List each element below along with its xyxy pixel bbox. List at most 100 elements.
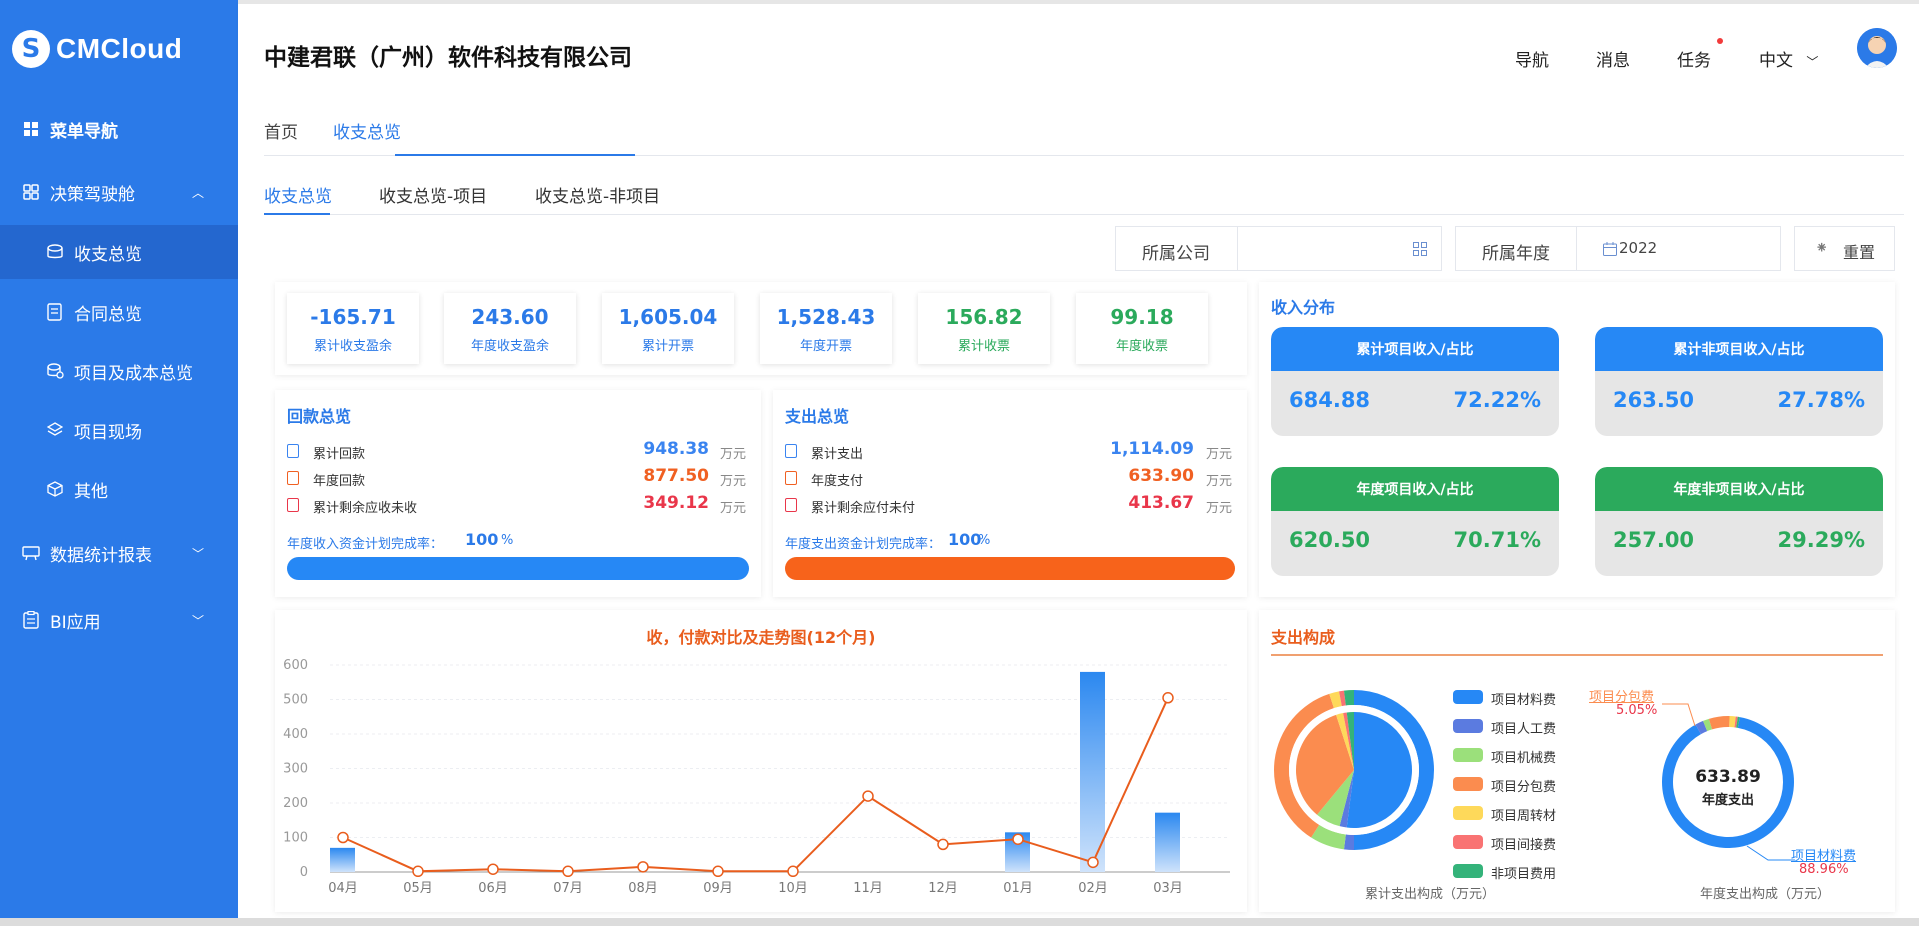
sidebar-item-contract[interactable]: 合同总览 [0, 285, 238, 339]
x-tick-label: 06月 [478, 881, 508, 896]
subtab-overview[interactable]: 收支总览 [264, 182, 332, 207]
divider [1576, 227, 1577, 270]
line-point[interactable] [1087, 856, 1099, 869]
income-distribution-title: 收入分布 [1271, 298, 1336, 317]
legend-label[interactable]: 项目周转材 [1491, 805, 1556, 824]
bar[interactable] [330, 847, 355, 872]
sidebar-item-project-cost[interactable]: 项目及成本总览 [0, 344, 238, 398]
line-point[interactable] [712, 865, 724, 878]
x-tick-label: 05月 [403, 881, 433, 896]
income-value: 684.88 [1289, 388, 1371, 412]
line-point[interactable] [1162, 692, 1174, 704]
donut-slice[interactable] [1708, 716, 1730, 730]
x-tick-label: 02月 [1078, 881, 1108, 896]
company-filter[interactable]: 所属公司 [1115, 226, 1442, 271]
tab-overview[interactable]: 收支总览 [333, 118, 401, 143]
income-box-values: 684.88 72.22% [1271, 371, 1559, 436]
income-box[interactable]: 年度项目收入/占比 620.50 70.71% [1271, 467, 1559, 576]
kpi-label: 年度收支盈余 [470, 339, 549, 354]
subtab-active-indicator [264, 213, 330, 215]
tab-home[interactable]: 首页 [264, 118, 298, 143]
line-point[interactable] [637, 861, 649, 873]
kpi-card[interactable]: -165.71 累计收支盈余 [287, 293, 419, 364]
legend-label[interactable]: 项目材料费 [1491, 689, 1556, 708]
document-icon [785, 471, 797, 485]
income-value: 620.50 [1289, 528, 1371, 552]
avatar[interactable] [1857, 28, 1897, 68]
line-point[interactable] [787, 865, 799, 878]
income-box-header: 年度项目收入/占比 [1271, 467, 1559, 511]
income-box[interactable]: 累计项目收入/占比 684.88 72.22% [1271, 327, 1559, 436]
messages-link[interactable]: 消息 [1596, 46, 1630, 71]
language-select[interactable]: 中文 ﹀ [1759, 46, 1818, 71]
document-icon [785, 444, 797, 458]
sidebar-item-overview[interactable]: 收支总览 [0, 225, 238, 279]
sidebar-item-site[interactable]: 项目现场 [0, 403, 238, 457]
line-point[interactable] [562, 865, 574, 878]
sidebar-item-other[interactable]: 其他 [0, 462, 238, 516]
sidebar-item-menu-nav[interactable]: 菜单导航 [0, 102, 238, 156]
nav-link[interactable]: 导航 [1515, 46, 1549, 71]
subtab-project[interactable]: 收支总览-项目 [379, 182, 487, 207]
chevron-down-icon: ﹀ [191, 613, 204, 628]
divider [1237, 227, 1238, 270]
income-box[interactable]: 年度非项目收入/占比 257.00 29.29% [1595, 467, 1883, 576]
sidebar-item-cockpit[interactable]: 决策驾驶舱 ︿ [0, 165, 238, 219]
kpi-card[interactable]: 99.18 年度收票 [1076, 293, 1208, 364]
year-filter[interactable]: 所属年度 2022 [1455, 226, 1781, 271]
bar[interactable] [1155, 812, 1180, 872]
reset-button[interactable]: ⁕ 重置 [1794, 226, 1895, 271]
cube-icon [46, 480, 64, 498]
annotation-subcontract-pct: 5.05% [1616, 703, 1658, 718]
horizontal-scrollbar[interactable] [0, 918, 1919, 926]
kpi-card[interactable]: 243.60 年度收支盈余 [444, 293, 576, 364]
kpi-value: 156.82 [945, 305, 1023, 329]
sidebar-item-label: 项目现场 [74, 422, 142, 443]
x-tick-label: 07月 [553, 881, 583, 896]
y-tick-label: 100 [283, 831, 308, 846]
report-icon [22, 544, 40, 562]
trend-chart: 0 100 200 300 400 500 600 04月 05月 06月 07月 08月 09月 10月… [283, 658, 1230, 896]
grid-select-icon [1413, 241, 1427, 260]
kpi-card[interactable]: 156.82 累计收票 [918, 293, 1050, 364]
legend-label[interactable]: 项目分包费 [1491, 776, 1556, 795]
kpi-value: -165.71 [310, 305, 396, 329]
grid-icon [22, 120, 40, 138]
line-point[interactable] [1012, 833, 1024, 845]
tasks-link[interactable]: 任务 [1677, 46, 1711, 71]
sidebar-item-bi[interactable]: BI应用 ﹀ [0, 593, 238, 647]
legend-label[interactable]: 项目人工费 [1491, 718, 1556, 737]
line-point[interactable] [862, 790, 874, 802]
line-point[interactable] [937, 838, 949, 851]
legend-label[interactable]: 项目间接费 [1491, 834, 1556, 853]
clipboard-icon [22, 611, 40, 629]
pie2-caption: 年度支出构成（万元） [1699, 887, 1830, 902]
apps-icon [22, 183, 40, 201]
income-box-values: 620.50 70.71% [1271, 511, 1559, 576]
y-tick-label: 400 [283, 727, 308, 742]
line-point[interactable] [412, 865, 424, 878]
row-unit: 万元 [720, 447, 747, 462]
completion-rate-label: 年度支出资金计划完成率： [785, 537, 942, 552]
legend-swatch [1453, 835, 1483, 849]
sidebar-item-label: 决策驾驶舱 [50, 184, 135, 205]
kpi-label: 累计收票 [957, 339, 1010, 354]
kpi-card[interactable]: 1,605.04 累计开票 [602, 293, 734, 364]
sidebar: S CMCloud 菜单导航 决策驾驶舱 ︿ 收支总览 合同总览 项目及成本总览 [0, 0, 238, 926]
row-value: 349.12 [643, 493, 709, 513]
income-box[interactable]: 累计非项目收入/占比 263.50 27.78% [1595, 327, 1883, 436]
line-point[interactable] [337, 831, 349, 844]
completion-progress-track [785, 557, 1235, 580]
kpi-card[interactable]: 1,528.43 年度开票 [760, 293, 892, 364]
sidebar-item-reports[interactable]: 数据统计报表 ﹀ [0, 526, 238, 580]
year-filter-value[interactable]: 2022 [1619, 239, 1657, 257]
line-point[interactable] [487, 863, 499, 875]
legend-label[interactable]: 项目机械费 [1491, 747, 1556, 766]
legend-label[interactable]: 非项目费用 [1491, 863, 1556, 882]
income-value: 263.50 [1613, 388, 1695, 412]
layers-icon [46, 421, 64, 439]
subtab-non-project[interactable]: 收支总览-非项目 [535, 182, 660, 207]
completion-rate-label: 年度收入资金计划完成率： [287, 537, 444, 552]
income-box-header: 年度非项目收入/占比 [1595, 467, 1883, 511]
logo-text: CMCloud [56, 33, 183, 64]
